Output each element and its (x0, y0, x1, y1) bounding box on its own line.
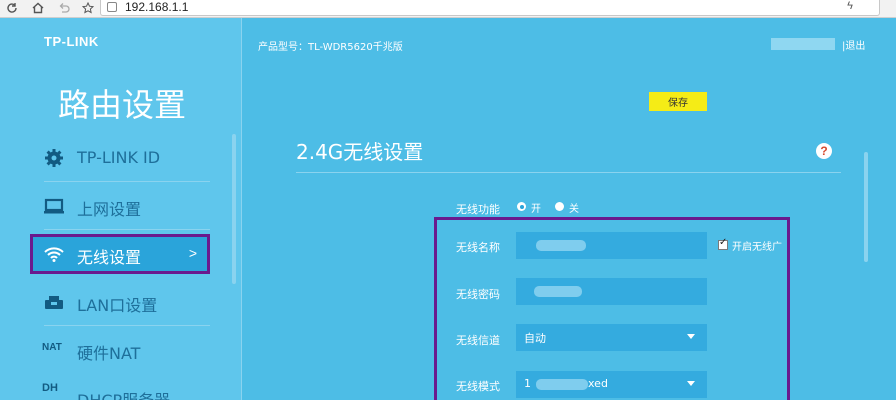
mode-label: 无线模式 (456, 380, 500, 393)
sidebar-item-label: LAN口设置 (77, 296, 158, 315)
chevron-right-icon: > (188, 245, 197, 261)
sidebar-item-nat[interactable]: NAT 硬件NAT (30, 330, 210, 370)
undo-icon[interactable] (56, 0, 72, 16)
logout-link[interactable]: |退出 (842, 37, 865, 52)
sidebar-item-label: TP-LINK ID (77, 148, 161, 167)
sidebar-scrollbar[interactable] (232, 134, 236, 284)
tp-link-logo: TP-LINK (44, 34, 99, 49)
main-scrollbar[interactable] (864, 152, 868, 262)
save-button[interactable]: 保存 (649, 92, 707, 111)
divider (44, 325, 210, 326)
sidebar-divider (241, 18, 242, 400)
address-text: 192.168.1.1 (125, 0, 189, 14)
redacted-text (536, 240, 586, 251)
nat-icon: NAT (42, 342, 62, 353)
section-divider (296, 172, 841, 173)
mode-value-suffix: xed (588, 377, 608, 390)
password-input[interactable] (516, 278, 707, 305)
username-redacted (771, 38, 835, 50)
radio-off[interactable] (555, 202, 564, 211)
radio-off-label: 关 (569, 204, 579, 215)
gear-icon (43, 148, 65, 168)
ssid-input[interactable] (516, 232, 707, 259)
password-label: 无线密码 (456, 288, 500, 301)
divider (44, 181, 210, 182)
home-icon[interactable] (30, 0, 46, 16)
lan-icon (43, 292, 65, 312)
page-icon (107, 2, 117, 12)
chevron-down-icon (687, 381, 695, 386)
channel-value: 自动 (524, 332, 546, 345)
sidebar-item-internet[interactable]: 上网设置 (30, 186, 210, 230)
channel-select[interactable]: 自动 (516, 324, 707, 351)
redacted-text (534, 286, 582, 297)
sidebar-item-label: 无线设置 (77, 248, 142, 267)
dhcp-icon: DH (42, 382, 58, 394)
address-bar[interactable]: 192.168.1.1 ϟ (100, 0, 880, 16)
channel-label: 无线信道 (456, 334, 500, 347)
broadcast-checkbox[interactable] (718, 237, 728, 250)
wifi-icon (43, 244, 65, 264)
divider (44, 229, 210, 230)
redacted-text (536, 379, 588, 390)
star-icon[interactable] (80, 0, 96, 16)
sidebar-item-wireless[interactable]: 无线设置 > (30, 234, 210, 274)
bolt-icon[interactable]: ϟ (847, 0, 853, 12)
help-icon[interactable]: ? (816, 143, 832, 159)
mode-select[interactable]: 1 xed (516, 371, 707, 398)
monitor-icon (43, 196, 65, 216)
sidebar-item-label: 硬件NAT (77, 344, 141, 363)
sidebar-item-label: 上网设置 (77, 200, 142, 219)
ssid-label: 无线名称 (456, 241, 500, 254)
product-model: 产品型号：TL-WDR5620千兆版 (258, 42, 403, 53)
broadcast-label: 开启无线广 (732, 242, 782, 253)
sidebar-item-tp-link-id[interactable]: TP-LINK ID (30, 138, 210, 182)
sidebar-title: 路由设置 (58, 86, 187, 124)
radio-on-label: 开 (531, 204, 541, 215)
mode-value-prefix: 1 (524, 377, 531, 390)
section-title: 2.4G无线设置 (296, 140, 424, 164)
sidebar: TP-LINK 路由设置 TP-LINK ID 上网设置 无线设置 > LAN口… (0, 18, 241, 400)
browser-toolbar: 192.168.1.1 ϟ (0, 0, 896, 18)
wireless-function-label: 无线功能 (456, 203, 500, 216)
sidebar-item-lan[interactable]: LAN口设置 (30, 282, 210, 326)
sidebar-item-dhcp[interactable]: DH DHCP服务器 (30, 374, 210, 400)
reload-icon[interactable] (4, 0, 20, 16)
radio-on[interactable] (517, 202, 526, 211)
sidebar-item-label: DHCP服务器 (77, 387, 170, 400)
chevron-down-icon (687, 334, 695, 339)
